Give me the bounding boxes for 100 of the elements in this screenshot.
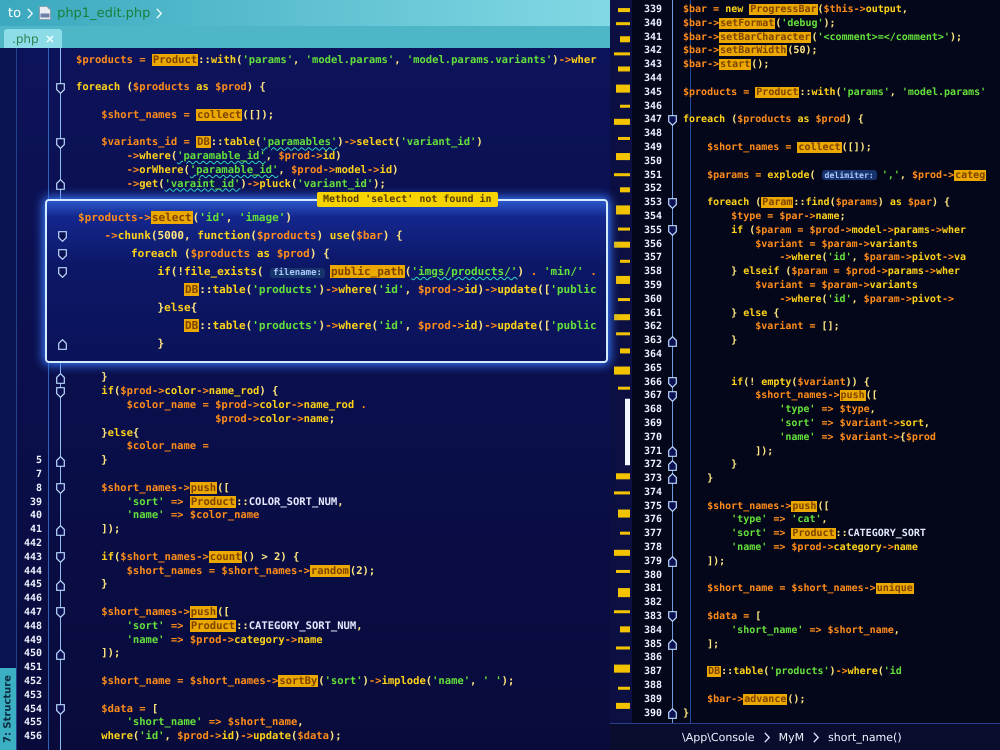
fold-marker-icon[interactable]	[668, 446, 677, 457]
fold-marker-icon[interactable]	[56, 456, 65, 467]
fold-marker-icon[interactable]	[668, 501, 677, 512]
line-number: 369	[644, 416, 662, 431]
code-line: }	[707, 472, 714, 486]
code-line: DB::table('products')->where('id', $prod->id)->update(['public	[184, 318, 597, 334]
line-number: 448	[24, 620, 42, 634]
fold-marker-icon[interactable]	[56, 524, 65, 536]
code-line: ];	[707, 638, 720, 652]
code-line: if ($param = $prod->model->params->wher	[731, 224, 966, 238]
fold-marker-icon[interactable]	[58, 230, 67, 242]
line-number: 352	[644, 182, 662, 196]
fold-marker-icon[interactable]	[56, 82, 65, 94]
code-line: }	[683, 706, 690, 720]
line-number: 386	[644, 651, 662, 666]
tool-window-tab[interactable]: 7: Structure	[0, 668, 16, 750]
fold-marker-icon[interactable]	[668, 225, 677, 236]
line-number: 453	[24, 688, 42, 703]
breadcrumb-item[interactable]: short_name()	[828, 730, 902, 744]
fold-marker-icon[interactable]	[668, 556, 677, 568]
file-tab[interactable]: .php	[4, 29, 62, 48]
line-number: 451	[24, 661, 42, 676]
fold-marker-icon[interactable]	[668, 639, 677, 650]
fold-marker-icon[interactable]	[56, 704, 65, 715]
code-line: ->where('id', $param->pivot->va	[779, 251, 966, 266]
fold-marker-icon[interactable]	[668, 114, 677, 126]
code-line: ]);	[755, 444, 774, 458]
fold-marker-icon[interactable]	[668, 611, 677, 622]
code-line: $products->select('id', 'image')	[78, 210, 292, 226]
line-number: 344	[644, 72, 662, 86]
line-number: 368	[644, 403, 662, 417]
line-number: 354	[644, 210, 662, 224]
line-number: 371	[644, 444, 662, 458]
fold-marker-icon[interactable]	[56, 138, 65, 149]
code-line: ->where('id', $param->pivot->	[779, 292, 954, 307]
code-line: 'name' => $color_name	[126, 509, 260, 524]
line-number: 381	[644, 582, 662, 596]
line-number: 385	[644, 638, 662, 652]
line-number: 387	[644, 665, 662, 680]
fold-marker-icon[interactable]	[668, 336, 677, 347]
fold-marker-icon[interactable]	[56, 179, 65, 190]
line-number: 362	[644, 320, 662, 334]
line-number: 374	[644, 486, 662, 500]
code-line: foreach ($products as $prod) {	[130, 246, 330, 262]
fold-marker-icon[interactable]	[668, 708, 677, 720]
code-line: ]);	[101, 523, 120, 538]
line-number: 353	[644, 196, 662, 210]
code-line: $data = [	[707, 610, 762, 624]
line-number: 339	[644, 3, 662, 17]
fold-marker-icon[interactable]	[56, 607, 65, 618]
fold-marker-icon[interactable]	[668, 376, 677, 388]
breadcrumb-item[interactable]: MyM	[778, 730, 804, 744]
code-line: $color_name =	[126, 440, 209, 454]
line-number: 442	[24, 537, 42, 551]
fold-marker-icon[interactable]	[668, 198, 677, 209]
line-number: 443	[24, 550, 42, 565]
code-line: foreach (Param::find($params) as $par) {	[707, 196, 950, 210]
fold-marker-icon[interactable]	[58, 266, 67, 278]
code-line: $products = Product::with('params', 'model.params', 'model.params.variants')->wher	[76, 54, 597, 68]
code-line: }	[731, 458, 738, 472]
line-number: 380	[644, 568, 662, 582]
line-number: 367	[644, 389, 662, 404]
line-number: 365	[644, 362, 662, 376]
code-line: $short_names = collect([]);	[101, 108, 274, 122]
fold-marker-icon[interactable]	[56, 386, 65, 398]
chevron-icon	[156, 8, 162, 18]
line-number: 340	[644, 16, 662, 31]
code-line: 'name' => $prod->category->name	[126, 634, 323, 648]
code-line: 'type' => $type,	[779, 403, 876, 417]
code-line: $type = $par->name;	[731, 210, 846, 224]
code-line: $variants_id = DB::table('paramables')->select('variant_id')	[101, 136, 483, 150]
line-number: 388	[644, 679, 662, 693]
code-line: 'name' => $prod->category->name	[731, 541, 918, 555]
code-line: $variant = [];	[755, 320, 840, 334]
fold-marker-icon[interactable]	[56, 580, 65, 591]
line-number: 445	[24, 578, 42, 592]
code-line: $bar->setFormat('debug');	[683, 16, 836, 31]
code-line: $bar->setBarCharacter('<comment>=</comment>');	[683, 30, 962, 44]
code-line: $prod->color->name;	[215, 412, 336, 427]
line-number: 361	[644, 306, 662, 320]
code-line: } elseif ($param = $prod->params->wher	[731, 265, 960, 279]
line-number: 377	[644, 527, 662, 542]
line-number: 370	[644, 430, 662, 444]
breadcrumb-item[interactable]: \App\Console	[682, 730, 755, 744]
code-line: if($short_names->count() > 2) {	[101, 550, 300, 565]
line-number: 349	[644, 140, 662, 155]
code-line: ->get('varaint_id')->pluck('variant_id');	[126, 178, 386, 192]
fold-marker-icon[interactable]	[56, 372, 65, 384]
fold-marker-icon[interactable]	[668, 473, 677, 484]
fold-marker-icon[interactable]	[56, 483, 65, 494]
fold-marker-icon[interactable]	[668, 390, 677, 402]
code-line: ->where('paramable_id', $prod->id)	[126, 150, 342, 164]
code-line: $data = [	[101, 702, 158, 716]
line-number: 454	[24, 702, 42, 716]
fold-marker-icon[interactable]	[58, 248, 67, 260]
fold-marker-icon[interactable]	[56, 552, 65, 564]
line-number: 376	[644, 513, 662, 528]
fold-marker-icon[interactable]	[668, 460, 677, 471]
fold-marker-icon[interactable]	[56, 648, 65, 660]
fold-marker-icon[interactable]	[58, 338, 67, 350]
